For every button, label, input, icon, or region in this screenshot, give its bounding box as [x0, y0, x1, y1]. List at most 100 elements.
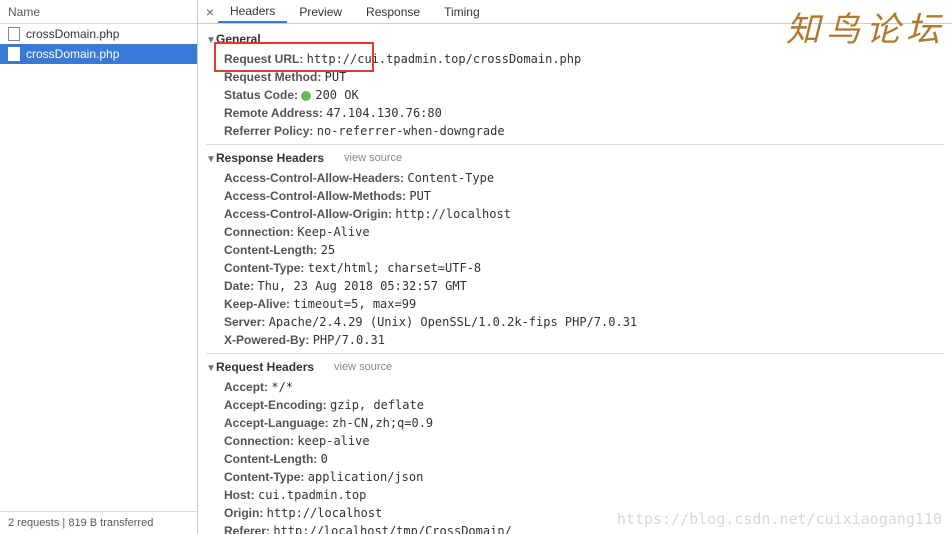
main-panel: × HeadersPreviewResponseTiming ▼General … — [198, 0, 952, 534]
header-key: Host: — [224, 488, 258, 502]
section-title: Request Headers — [216, 360, 314, 374]
header-value: PHP/7.0.31 — [313, 333, 385, 347]
request-item-label: crossDomain.php — [26, 27, 119, 41]
tab-timing[interactable]: Timing — [432, 0, 492, 23]
header-key: Content-Length: — [224, 243, 321, 257]
tab-headers[interactable]: Headers — [218, 0, 287, 23]
sidebar-header: Name — [0, 0, 197, 24]
headers-content: ▼General Request URL: http://cui.tpadmin… — [198, 24, 952, 534]
header-row: Status Code: 200 OK — [224, 86, 944, 104]
network-sidebar: Name crossDomain.php crossDomain.php 2 re… — [0, 0, 198, 534]
disclosure-icon: ▼ — [206, 154, 216, 165]
header-value: zh-CN,zh;q=0.9 — [332, 416, 433, 430]
tab-response[interactable]: Response — [354, 0, 432, 23]
general-header[interactable]: ▼General — [206, 28, 944, 50]
header-value: http://localhost — [267, 506, 383, 520]
header-value: timeout=5, max=99 — [293, 297, 416, 311]
header-value: 0 — [321, 452, 328, 466]
header-key: Content-Type: — [224, 470, 308, 484]
header-key: Accept-Encoding: — [224, 398, 330, 412]
header-row: Connection: Keep-Alive — [224, 223, 944, 241]
header-key: Origin: — [224, 506, 267, 520]
header-key: Request Method: — [224, 70, 325, 84]
header-value: Content-Type — [407, 171, 494, 185]
sidebar-footer: 2 requests | 819 B transferred — [0, 511, 197, 534]
header-row: Referrer Policy: no-referrer-when-downgr… — [224, 122, 944, 140]
header-key: Accept-Language: — [224, 416, 332, 430]
header-row: Content-Length: 0 — [224, 450, 944, 468]
header-value: no-referrer-when-downgrade — [317, 124, 505, 138]
header-key: Content-Length: — [224, 452, 321, 466]
view-source-link[interactable]: view source — [334, 361, 392, 373]
view-source-link[interactable]: view source — [344, 152, 402, 164]
header-row: Access-Control-Allow-Headers: Content-Ty… — [224, 169, 944, 187]
header-key: X-Powered-By: — [224, 333, 313, 347]
header-row: Origin: http://localhost — [224, 504, 944, 522]
header-row: Referer: http://localhost/tmp/CrossDomai… — [224, 522, 944, 534]
tab-preview[interactable]: Preview — [287, 0, 354, 23]
request-headers-header[interactable]: ▼Request Headers view source — [206, 353, 944, 378]
header-key: Access-Control-Allow-Origin: — [224, 207, 395, 221]
status-dot-icon — [301, 91, 311, 101]
header-row: Content-Type: text/html; charset=UTF-8 — [224, 259, 944, 277]
header-value: http://cui.tpadmin.top/crossDomain.php — [307, 52, 582, 66]
header-row: Access-Control-Allow-Methods: PUT — [224, 187, 944, 205]
header-key: Referrer Policy: — [224, 124, 317, 138]
header-row: Keep-Alive: timeout=5, max=99 — [224, 295, 944, 313]
header-row: Accept-Language: zh-CN,zh;q=0.9 — [224, 414, 944, 432]
header-row: Host: cui.tpadmin.top — [224, 486, 944, 504]
header-value: 47.104.130.76:80 — [326, 106, 442, 120]
header-value: 25 — [321, 243, 335, 257]
header-key: Date: — [224, 279, 257, 293]
header-value: Keep-Alive — [297, 225, 369, 239]
header-row: Content-Length: 25 — [224, 241, 944, 259]
section-title: Response Headers — [216, 151, 324, 165]
section-title: General — [216, 32, 261, 46]
header-row: Request URL: http://cui.tpadmin.top/cros… — [224, 50, 944, 68]
tabs-bar: × HeadersPreviewResponseTiming — [198, 0, 952, 24]
header-key: Access-Control-Allow-Headers: — [224, 171, 407, 185]
header-key: Keep-Alive: — [224, 297, 293, 311]
request-item[interactable]: crossDomain.php — [0, 24, 197, 44]
header-key: Referer: — [224, 524, 273, 534]
header-value: cui.tpadmin.top — [258, 488, 366, 502]
header-key: Status Code: — [224, 88, 301, 102]
header-row: Connection: keep-alive — [224, 432, 944, 450]
header-value: http://localhost/tmp/CrossDomain/ — [273, 524, 511, 534]
file-icon — [8, 47, 20, 61]
header-key: Server: — [224, 315, 269, 329]
header-value: http://localhost — [395, 207, 511, 221]
header-value: gzip, deflate — [330, 398, 424, 412]
section-general: ▼General Request URL: http://cui.tpadmin… — [206, 28, 944, 140]
file-icon — [8, 27, 20, 41]
header-value: 200 OK — [315, 88, 358, 102]
header-row: Accept-Encoding: gzip, deflate — [224, 396, 944, 414]
header-key: Connection: — [224, 225, 297, 239]
header-value: */* — [271, 380, 293, 394]
disclosure-icon: ▼ — [206, 35, 216, 46]
header-key: Remote Address: — [224, 106, 326, 120]
request-item[interactable]: crossDomain.php — [0, 44, 197, 64]
header-key: Content-Type: — [224, 261, 308, 275]
close-icon[interactable]: × — [202, 4, 218, 20]
header-row: Server: Apache/2.4.29 (Unix) OpenSSL/1.0… — [224, 313, 944, 331]
header-value: keep-alive — [297, 434, 369, 448]
header-value: text/html; charset=UTF-8 — [308, 261, 481, 275]
header-key: Access-Control-Allow-Methods: — [224, 189, 409, 203]
request-list: crossDomain.php crossDomain.php — [0, 24, 197, 511]
request-item-label: crossDomain.php — [26, 47, 119, 61]
header-value: Thu, 23 Aug 2018 05:32:57 GMT — [257, 279, 467, 293]
section-request-headers: ▼Request Headers view source Accept: */*… — [206, 353, 944, 534]
header-row: Content-Type: application/json — [224, 468, 944, 486]
header-value: application/json — [308, 470, 424, 484]
header-key: Connection: — [224, 434, 297, 448]
header-row: Access-Control-Allow-Origin: http://loca… — [224, 205, 944, 223]
response-headers-header[interactable]: ▼Response Headers view source — [206, 144, 944, 169]
header-row: X-Powered-By: PHP/7.0.31 — [224, 331, 944, 349]
header-value: PUT — [325, 70, 347, 84]
header-row: Date: Thu, 23 Aug 2018 05:32:57 GMT — [224, 277, 944, 295]
header-row: Remote Address: 47.104.130.76:80 — [224, 104, 944, 122]
section-response-headers: ▼Response Headers view source Access-Con… — [206, 144, 944, 349]
disclosure-icon: ▼ — [206, 363, 216, 374]
header-key: Request URL: — [224, 52, 307, 66]
